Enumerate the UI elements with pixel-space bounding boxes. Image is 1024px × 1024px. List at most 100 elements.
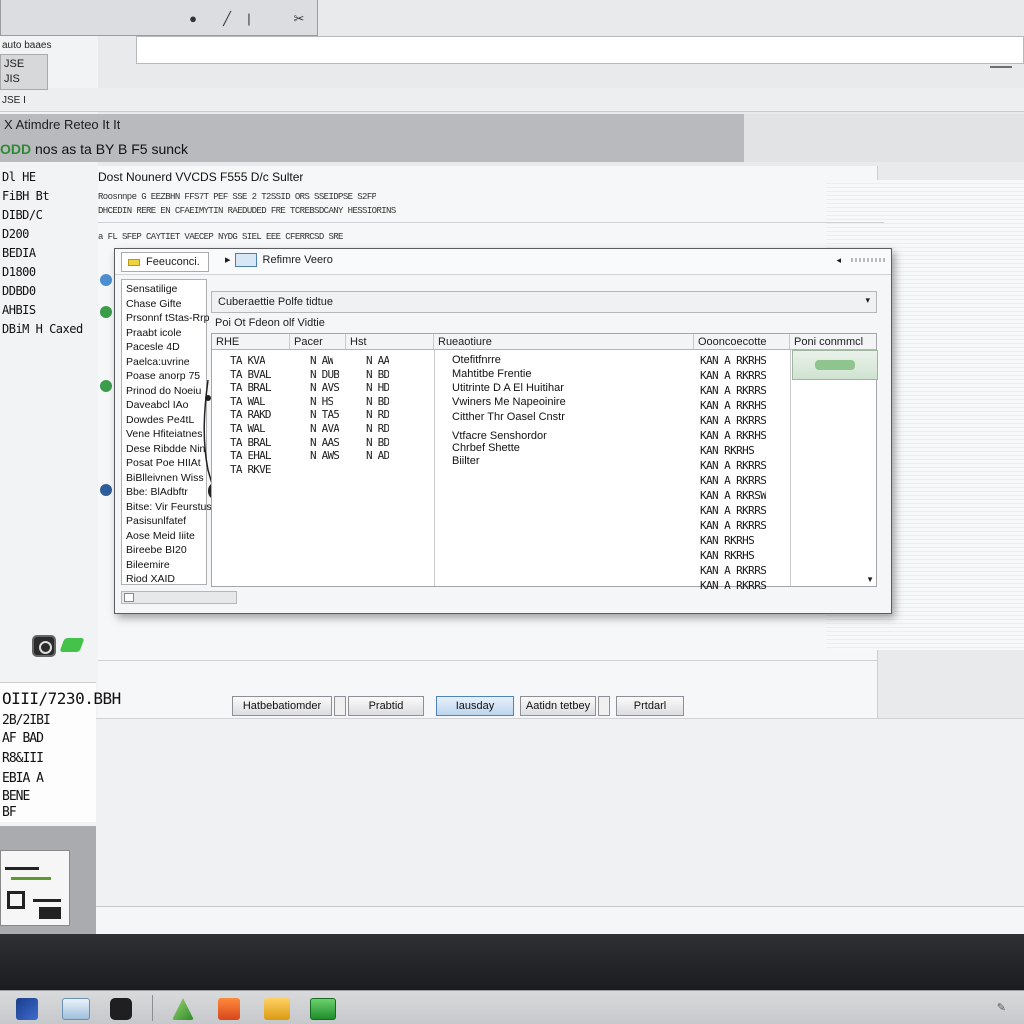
tray-pen-icon[interactable]: ✎ (997, 1001, 1006, 1014)
header-subtitle-text: nos as ta BY B F5 sunck (35, 141, 189, 157)
side-list-item[interactable]: Pasisunlfatef (126, 515, 186, 527)
column-header[interactable]: Oooncoecotte (694, 334, 790, 350)
side-list-item[interactable]: Pacesle 4D (126, 341, 180, 353)
side-list-item[interactable]: Bileemire (126, 559, 170, 571)
expand-icon[interactable]: ◂ (836, 255, 841, 266)
filter-label: Poi Ot Fdeon olf Vidtie (215, 317, 325, 329)
cell-description: Citther Thr Oasel Cnstr (452, 411, 565, 423)
side-list-item[interactable]: BiBlleivnen Wiss (126, 472, 204, 484)
green-app-icon[interactable] (310, 998, 336, 1020)
side-list-item[interactable]: Dowdes Pe4tL (126, 414, 194, 426)
side-list-item[interactable]: Riod XAID (126, 573, 175, 585)
button-4[interactable]: Aatidn tetbey (520, 696, 596, 716)
column-header[interactable]: Rueaotiure (434, 334, 694, 350)
info-icon[interactable] (100, 274, 112, 286)
header-prefix: ODD (0, 141, 32, 157)
diagram-line (5, 867, 39, 870)
side-list-item[interactable]: Posat Poe HIIAt (126, 457, 201, 469)
cell-description: Vwiners Me Napeoinire (452, 396, 566, 408)
cell-value: N AW (310, 354, 334, 367)
orange-app-icon[interactable] (218, 998, 240, 1020)
left-list-item[interactable]: AHBIS (2, 303, 36, 317)
diagram-thumbnail[interactable] (0, 850, 70, 926)
side-list-item[interactable]: Prinod do Noeiu (126, 385, 201, 397)
cell-status: KAN A RKRRS (700, 474, 767, 487)
preview-thumbnail[interactable] (792, 350, 878, 380)
left-list-item[interactable]: DDBD0 (2, 284, 36, 298)
menu-title[interactable]: auto baaes (2, 40, 52, 51)
button-2[interactable]: Prabtid (348, 696, 424, 716)
dialog-tab[interactable]: Feeuconci. (121, 252, 209, 272)
cube-icon[interactable] (110, 998, 132, 1020)
column-divider (434, 350, 435, 586)
cell-value: N HD (366, 381, 390, 395)
left-list-item[interactable]: FiBH Bt (2, 189, 50, 203)
header-title: X Atimdre Reteo It It (4, 117, 121, 132)
cell-code: TA BRAL (230, 381, 271, 395)
left-list-item[interactable]: Dl HE (2, 170, 36, 184)
camera-icon[interactable] (32, 635, 56, 657)
side-list-item[interactable]: Dese Ribdde Nin (126, 443, 205, 455)
side-list-item[interactable]: Prsonnf tStas-Rrp (126, 312, 209, 324)
checkbox[interactable] (124, 593, 134, 602)
left-list-item[interactable]: D1800 (2, 265, 36, 279)
resize-grip-icon[interactable] (851, 258, 885, 262)
column-header[interactable]: Pacer (290, 334, 346, 350)
cell-value: N RD (366, 422, 390, 435)
left-list-item[interactable]: BEDIA (2, 246, 36, 260)
side-list-item[interactable]: Chase Gifte (126, 298, 181, 310)
cell-description: Vtfacre Senshordor (452, 430, 547, 442)
record-icon[interactable]: ● (185, 11, 201, 27)
globe-icon[interactable] (100, 484, 112, 496)
status-ok-icon[interactable] (100, 306, 112, 318)
scissors-icon[interactable]: ✂ (291, 11, 307, 27)
address-bar[interactable] (136, 36, 1024, 64)
minimize-rule[interactable] (990, 66, 1012, 68)
mountain-icon[interactable] (172, 998, 194, 1020)
lower-left-panel: OIII/7230.BBH 2B/2IBI AF BAD R8&III EBIA… (0, 682, 121, 822)
cell-status: KAN A RKRHS (700, 354, 767, 367)
filter-dropdown[interactable]: Cuberaettie Polfe tidtue ▾ (211, 291, 877, 313)
button-1-dropdown[interactable] (334, 696, 346, 716)
toolbar-mid-label: JSE I (2, 95, 26, 106)
side-list-item[interactable]: Praabt icole (126, 327, 181, 339)
pen-icon[interactable]: ╱ (219, 11, 235, 27)
lower-left-row: R8&III (2, 751, 44, 766)
cell-code: TA RAKD (230, 408, 271, 422)
button-5[interactable]: Prtdarl (616, 696, 684, 716)
top-toolbar: ● ╱ | ✂ (0, 0, 318, 36)
side-list-item[interactable]: Bbe: BlAdbftr (126, 486, 188, 498)
left-list-item[interactable]: DIBD/C (2, 208, 43, 222)
side-list-item[interactable]: Paelca:uvrine (126, 356, 190, 368)
column-header[interactable]: RHE (212, 334, 290, 350)
start-icon[interactable] (16, 998, 38, 1020)
side-list-item[interactable]: Vene Hfiteiatnes (126, 428, 202, 440)
folder-icon[interactable] (264, 998, 290, 1020)
chevron-down-icon[interactable]: ▾ (865, 295, 870, 306)
side-list-item[interactable]: Aose Meid Iiite (126, 530, 195, 542)
dark-strip (0, 934, 1024, 990)
button-4-dropdown[interactable] (598, 696, 610, 716)
lower-left-row: BF (2, 805, 17, 820)
button-3[interactable]: Iausday (436, 696, 514, 716)
column-header[interactable]: Hst (346, 334, 434, 350)
left-list-item[interactable]: D200 (2, 227, 29, 241)
toolbar-label-box[interactable]: JSE JIS (0, 54, 48, 90)
cell-description: Biilter (452, 455, 480, 467)
column-header[interactable]: Poni conmmcl (790, 334, 876, 350)
side-list-item[interactable]: Bireebe BI20 (126, 544, 187, 556)
cell-code: TA WAL (230, 422, 265, 435)
side-list-item[interactable]: Sensatilige (126, 283, 177, 295)
dialog-titlebar[interactable]: Feeuconci. ▸ Refimre Veero ◂ (115, 249, 891, 275)
status-ok-icon[interactable] (100, 380, 112, 392)
cell-status: KAN A RKRRS (700, 504, 767, 517)
left-list-item[interactable]: DBiM H Caxed (2, 322, 83, 336)
cursor-bar-icon[interactable]: | (241, 11, 257, 27)
window-icon[interactable] (62, 998, 90, 1020)
diagram-line (11, 877, 51, 880)
button-1[interactable]: Hatbebatiomder (232, 696, 332, 716)
side-list-item[interactable]: Poase anorp 75 (126, 370, 200, 382)
scroll-down-icon[interactable]: ▼ (866, 575, 874, 584)
side-list-item[interactable]: Bitse: Vir Feurstus (126, 501, 212, 513)
side-list-item[interactable]: Daveabcl IAo (126, 399, 188, 411)
